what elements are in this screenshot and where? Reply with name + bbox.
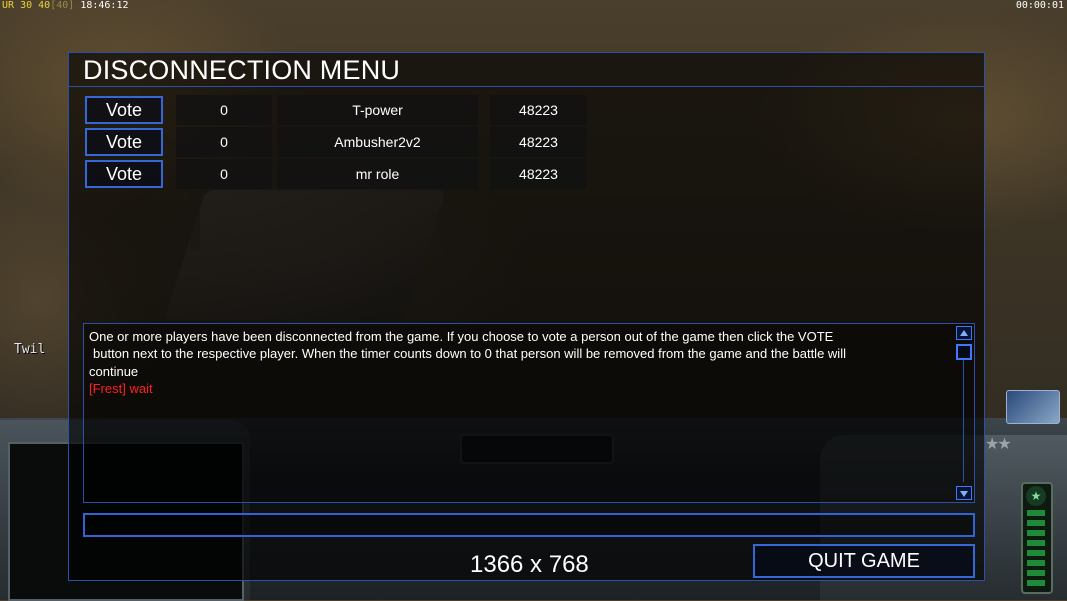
player-timer: 48223 bbox=[490, 95, 587, 125]
vote-count: 0 bbox=[176, 127, 272, 157]
satellite-icon[interactable] bbox=[1006, 390, 1060, 424]
power-bar-segment bbox=[1027, 550, 1045, 556]
fps-max: [40] bbox=[50, 0, 75, 11]
message-text: One or more players have been disconnect… bbox=[89, 328, 951, 397]
power-bar-segment bbox=[1027, 520, 1045, 526]
vote-button[interactable]: Vote bbox=[85, 96, 163, 124]
chat-message: [Frest] wait bbox=[89, 380, 153, 396]
resolution-label: 1366 x 768 bbox=[470, 551, 589, 578]
vote-button[interactable]: Vote bbox=[85, 160, 163, 188]
player-timer: 48223 bbox=[490, 127, 587, 157]
player-tag: Twil bbox=[14, 342, 46, 357]
vote-count: 0 bbox=[176, 159, 272, 189]
message-line: One or more players have been disconnect… bbox=[89, 329, 834, 344]
vote-button[interactable]: Vote bbox=[85, 128, 163, 156]
rank-stars-icon: ★★ bbox=[985, 436, 1012, 453]
arrow-down-icon bbox=[960, 491, 968, 497]
power-bar-segment bbox=[1027, 530, 1045, 536]
ur-label: UR bbox=[2, 0, 15, 11]
power-bar-segment bbox=[1027, 580, 1045, 586]
system-clock: 18:46:12 bbox=[80, 0, 129, 11]
game-timer: 00:00:01 bbox=[1015, 0, 1064, 11]
message-scrollbar[interactable] bbox=[956, 326, 972, 500]
disconnection-dialog: DISCONNECTION MENU Vote 0 T-power 48223 … bbox=[68, 52, 985, 581]
vote-count: 0 bbox=[176, 95, 272, 125]
fps-current: 30 bbox=[20, 0, 33, 11]
arrow-up-icon bbox=[960, 330, 968, 336]
power-bar-segment bbox=[1027, 560, 1045, 566]
scroll-up-button[interactable] bbox=[956, 326, 972, 340]
fps-cap: 40 bbox=[38, 0, 51, 11]
scroll-thumb[interactable] bbox=[956, 344, 972, 360]
player-name: Ambusher2v2 bbox=[277, 127, 478, 157]
message-line: continue bbox=[89, 363, 139, 379]
star-emblem-icon: ★ bbox=[1026, 486, 1046, 506]
power-gauge: ★ bbox=[1021, 482, 1053, 594]
power-bar-segment bbox=[1027, 570, 1045, 576]
dialog-title: DISCONNECTION MENU bbox=[83, 55, 401, 85]
chat-input[interactable] bbox=[83, 513, 975, 537]
player-name: T-power bbox=[277, 95, 478, 125]
power-bar-segment bbox=[1027, 540, 1045, 546]
player-timer: 48223 bbox=[490, 159, 587, 189]
message-log[interactable]: One or more players have been disconnect… bbox=[83, 323, 975, 503]
power-bar-segment bbox=[1027, 510, 1045, 516]
fps-clock-readout: UR 30 40[40] 18:46:12 bbox=[2, 0, 129, 12]
player-name: mr role bbox=[277, 159, 478, 189]
scroll-down-button[interactable] bbox=[956, 486, 972, 500]
scroll-track[interactable] bbox=[963, 360, 964, 482]
message-line: button next to the respective player. Wh… bbox=[93, 346, 846, 362]
title-divider bbox=[69, 86, 984, 87]
quit-game-button[interactable]: QUIT GAME bbox=[753, 544, 975, 578]
